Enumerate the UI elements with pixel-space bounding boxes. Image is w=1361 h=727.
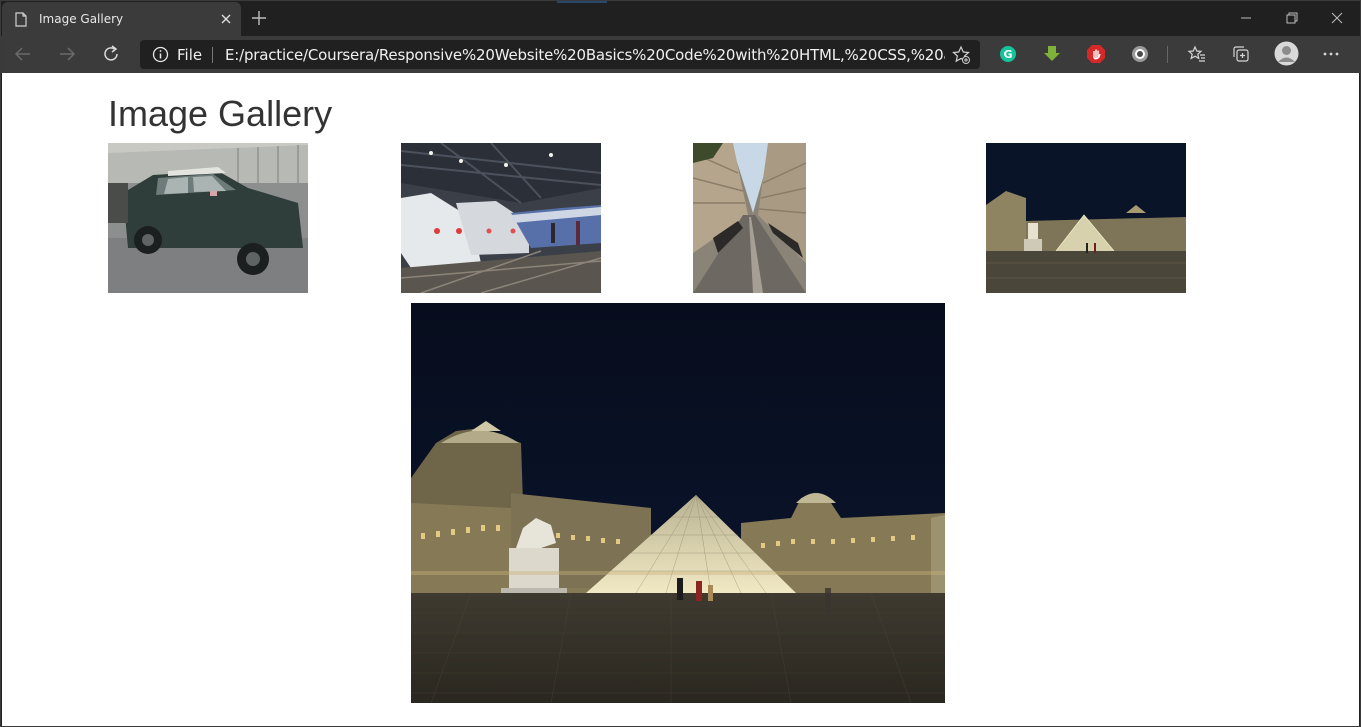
minimize-icon[interactable] — [1238, 10, 1254, 26]
record-circle-icon[interactable] — [1130, 44, 1150, 64]
info-icon[interactable] — [152, 46, 169, 63]
browser-toolbar: File E:/practice/Coursera/Responsive%20W… — [1, 36, 1360, 73]
thumbnail-street[interactable] — [693, 143, 806, 293]
favorites-icon[interactable] — [1187, 44, 1207, 64]
louvre-pyramid-night-photo — [986, 143, 1186, 293]
drag-accent — [557, 1, 607, 3]
grammarly-icon[interactable]: G — [998, 44, 1018, 64]
mini-car-photo — [108, 143, 308, 293]
new-tab-icon[interactable] — [250, 9, 268, 27]
tab-title: Image Gallery — [39, 12, 124, 26]
back-arrow-icon[interactable] — [13, 44, 33, 64]
svg-text:G: G — [1003, 48, 1012, 61]
tab-strip: Image Gallery — [1, 1, 1360, 36]
add-favorite-icon[interactable] — [951, 45, 971, 65]
forward-arrow-icon[interactable] — [57, 44, 77, 64]
address-bar[interactable]: File E:/practice/Coursera/Responsive%20W… — [140, 40, 980, 69]
toolbar-divider — [1167, 46, 1168, 63]
browser-window: Image Gallery File E:/practice/Coursera/… — [0, 0, 1361, 727]
url-text[interactable]: E:/practice/Coursera/Responsive%20Websit… — [225, 46, 945, 64]
profile-avatar[interactable] — [1274, 41, 1299, 66]
thumbnail-louvre[interactable] — [986, 143, 1186, 293]
restore-icon[interactable] — [1284, 10, 1300, 26]
tab-image-gallery[interactable]: Image Gallery — [2, 2, 241, 36]
featured-image[interactable] — [411, 303, 945, 703]
paris-street-photo — [693, 143, 806, 293]
page-title: Image Gallery — [108, 93, 333, 134]
page-icon — [15, 12, 27, 27]
hand-stop-icon[interactable] — [1086, 44, 1106, 64]
download-arrow-icon[interactable] — [1042, 44, 1062, 64]
close-tab-icon[interactable] — [218, 11, 234, 27]
thumbnail-trains[interactable] — [401, 143, 601, 293]
close-window-icon[interactable] — [1329, 10, 1345, 26]
louvre-pyramid-night-photo-large — [411, 303, 945, 703]
web-page: Image Gallery — [2, 73, 1359, 726]
url-scheme-label: File — [177, 46, 203, 64]
tgv-trains-station-photo — [401, 143, 601, 293]
more-menu-icon[interactable] — [1321, 44, 1341, 64]
address-divider — [212, 47, 213, 63]
thumbnail-mini-car[interactable] — [108, 143, 308, 293]
collections-icon[interactable] — [1231, 44, 1251, 64]
refresh-icon[interactable] — [101, 44, 121, 64]
